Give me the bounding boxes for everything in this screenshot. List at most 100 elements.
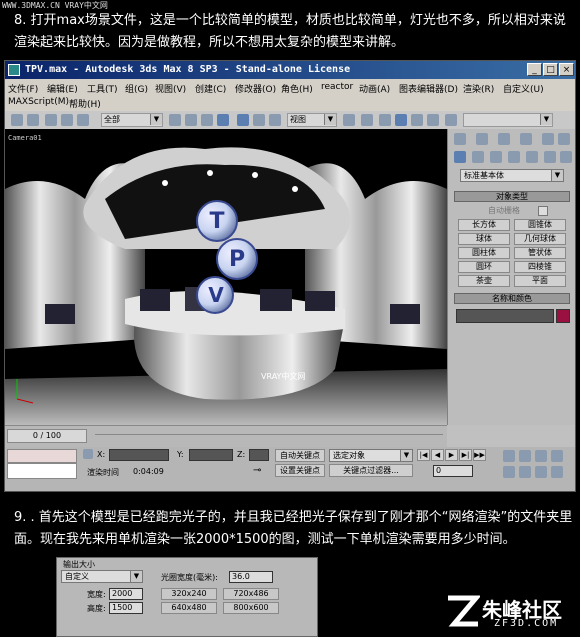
- helpers-icon[interactable]: [526, 151, 538, 163]
- lock-icon[interactable]: [83, 449, 93, 459]
- z-coordinate-field[interactable]: [249, 449, 269, 461]
- cone-button[interactable]: 圆锥体: [514, 219, 566, 231]
- height-field[interactable]: 1500: [109, 602, 143, 614]
- lights-icon[interactable]: [490, 151, 502, 163]
- bind-space-warp-icon[interactable]: [77, 114, 89, 126]
- minimize-button[interactable]: _: [527, 63, 542, 76]
- undo-icon[interactable]: [11, 114, 23, 126]
- teapot-button[interactable]: 茶壶: [458, 275, 510, 287]
- space-warps-icon[interactable]: [544, 151, 556, 163]
- menu-views[interactable]: 视图(V): [155, 82, 186, 95]
- roll-icon[interactable]: [519, 466, 531, 478]
- menu-file[interactable]: 文件(F): [8, 82, 38, 95]
- systems-icon[interactable]: [560, 151, 572, 163]
- object-type-rollout[interactable]: 对象类型: [454, 191, 570, 202]
- orbit-icon[interactable]: [503, 466, 515, 478]
- auto-key-button[interactable]: 自动关键点: [275, 449, 325, 462]
- menu-group[interactable]: 组(G): [125, 82, 148, 95]
- object-name-field[interactable]: [456, 309, 554, 323]
- previous-frame-icon[interactable]: ◀: [431, 449, 444, 461]
- selection-filter-dropdown[interactable]: 全部 ▼: [101, 113, 163, 127]
- modify-tab-icon[interactable]: [476, 133, 488, 145]
- named-selection-icon[interactable]: [445, 114, 457, 126]
- scale-icon[interactable]: [269, 114, 281, 126]
- cylinder-button[interactable]: 圆柱体: [458, 247, 510, 259]
- menu-customize[interactable]: 自定义(U): [503, 82, 544, 95]
- menu-maxscript[interactable]: MAXScript(M): [8, 97, 69, 107]
- pyramid-button[interactable]: 四棱锥: [514, 261, 566, 273]
- viewport-label[interactable]: Camera01: [8, 134, 42, 142]
- create-tab-icon[interactable]: [454, 133, 466, 145]
- reference-coord-dropdown[interactable]: 视图 ▼: [287, 113, 337, 127]
- preset-dropdown[interactable]: 自定义 ▼: [61, 570, 143, 583]
- link-icon[interactable]: [45, 114, 57, 126]
- zoom-all-icon[interactable]: [519, 450, 531, 462]
- category-dropdown[interactable]: 标准基本体 ▼: [460, 169, 564, 182]
- menu-animation[interactable]: 动画(A): [359, 82, 390, 95]
- select-by-name-icon[interactable]: [185, 114, 197, 126]
- zoom-icon[interactable]: [503, 450, 515, 462]
- play-icon[interactable]: ▶: [445, 449, 458, 461]
- maximize-viewport-icon[interactable]: [551, 466, 563, 478]
- go-to-start-icon[interactable]: |◀: [417, 449, 430, 461]
- autogrid-checkbox[interactable]: [538, 206, 548, 216]
- hierarchy-tab-icon[interactable]: [498, 133, 510, 145]
- menu-graph-editors[interactable]: 图表编辑器(D): [399, 82, 458, 95]
- shapes-icon[interactable]: [472, 151, 484, 163]
- rotate-icon[interactable]: [253, 114, 265, 126]
- size-720x486-button[interactable]: 720x486: [223, 588, 279, 600]
- display-tab-icon[interactable]: [542, 133, 554, 145]
- dolly-icon[interactable]: [535, 466, 547, 478]
- track-bar[interactable]: [95, 434, 443, 435]
- key-filters-button[interactable]: 关键点过滤器...: [329, 464, 413, 477]
- y-coordinate-field[interactable]: [189, 449, 233, 461]
- menu-rendering[interactable]: 渲染(R): [463, 82, 494, 95]
- geosphere-button[interactable]: 几何球体: [514, 233, 566, 245]
- time-slider[interactable]: 0 / 100: [5, 425, 447, 448]
- named-selection-dropdown[interactable]: ▼: [463, 113, 553, 127]
- percent-snap-icon[interactable]: [411, 114, 423, 126]
- size-320x240-button[interactable]: 320x240: [161, 588, 217, 600]
- tube-button[interactable]: 管状体: [514, 247, 566, 259]
- pan-icon[interactable]: [551, 450, 563, 462]
- snap-icon[interactable]: [379, 114, 391, 126]
- field-of-view-icon[interactable]: [535, 450, 547, 462]
- set-key-button[interactable]: 设置关键点: [275, 464, 325, 477]
- unlink-icon[interactable]: [61, 114, 73, 126]
- box-button[interactable]: 长方体: [458, 219, 510, 231]
- close-button[interactable]: ×: [559, 63, 574, 76]
- maxscript-listener[interactable]: [7, 449, 77, 463]
- utilities-tab-icon[interactable]: [558, 133, 570, 145]
- next-frame-icon[interactable]: ▶|: [459, 449, 472, 461]
- key-mode-dropdown[interactable]: 选定对象 ▼: [329, 449, 413, 462]
- torus-button[interactable]: 圆环: [458, 261, 510, 273]
- manipulate-icon[interactable]: [361, 114, 373, 126]
- menu-character[interactable]: 角色(H): [281, 82, 313, 95]
- window-crossing-icon[interactable]: [217, 114, 229, 126]
- angle-snap-icon[interactable]: [395, 114, 407, 126]
- maxscript-input[interactable]: [7, 463, 77, 479]
- menu-help[interactable]: 帮助(H): [69, 97, 101, 110]
- motion-tab-icon[interactable]: [520, 133, 532, 145]
- x-coordinate-field[interactable]: [109, 449, 169, 461]
- select-icon[interactable]: [169, 114, 181, 126]
- plane-button[interactable]: 平面: [514, 275, 566, 287]
- geometry-icon[interactable]: [454, 151, 466, 163]
- object-color-swatch[interactable]: [556, 309, 570, 323]
- maximize-button[interactable]: □: [543, 63, 558, 76]
- move-icon[interactable]: [237, 114, 249, 126]
- menu-edit[interactable]: 编辑(E): [47, 82, 78, 95]
- name-color-rollout[interactable]: 名称和颜色: [454, 293, 570, 304]
- region-select-icon[interactable]: [201, 114, 213, 126]
- camera-viewport[interactable]: Camera01 T P V VRAY中文网: [5, 129, 447, 425]
- time-slider-frames[interactable]: 0 / 100: [7, 429, 87, 443]
- aperture-field[interactable]: 36.0: [229, 571, 273, 583]
- cameras-icon[interactable]: [508, 151, 520, 163]
- current-frame-field[interactable]: 0: [433, 465, 473, 477]
- pivot-icon[interactable]: [343, 114, 355, 126]
- menu-create[interactable]: 创建(C): [195, 82, 226, 95]
- go-to-end-icon[interactable]: ▶▶: [473, 449, 486, 461]
- menu-modifiers[interactable]: 修改器(O): [235, 82, 276, 95]
- redo-icon[interactable]: [27, 114, 39, 126]
- menu-reactor[interactable]: reactor: [321, 82, 353, 92]
